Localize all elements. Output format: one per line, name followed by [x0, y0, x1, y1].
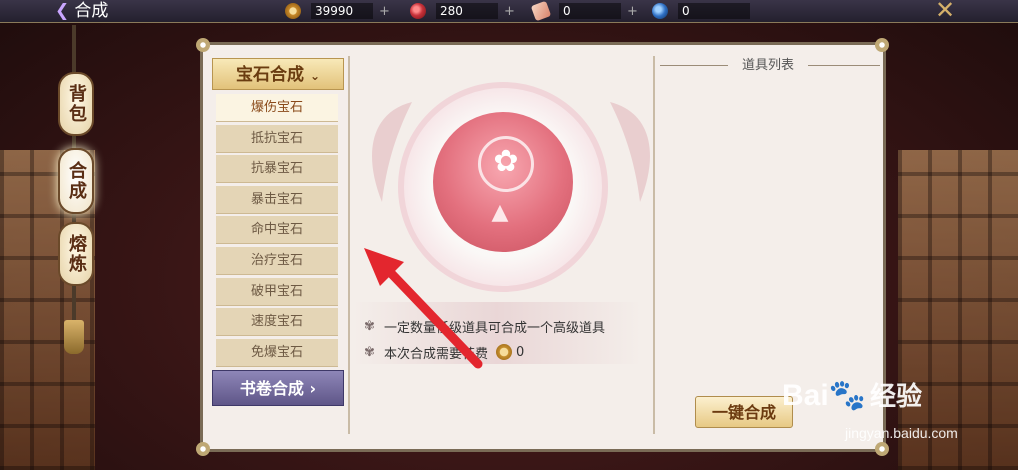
paw-icon: 🐾 [828, 379, 867, 412]
watermark-logo-suffix: 经验 [870, 381, 923, 411]
baidu-watermark-logo: Bai🐾 经验 [782, 376, 922, 413]
watermark-logo-text: Bai [782, 379, 829, 412]
annotation-arrow-shaft [383, 265, 483, 369]
watermark-url: jingyan.baidu.com [845, 425, 958, 441]
